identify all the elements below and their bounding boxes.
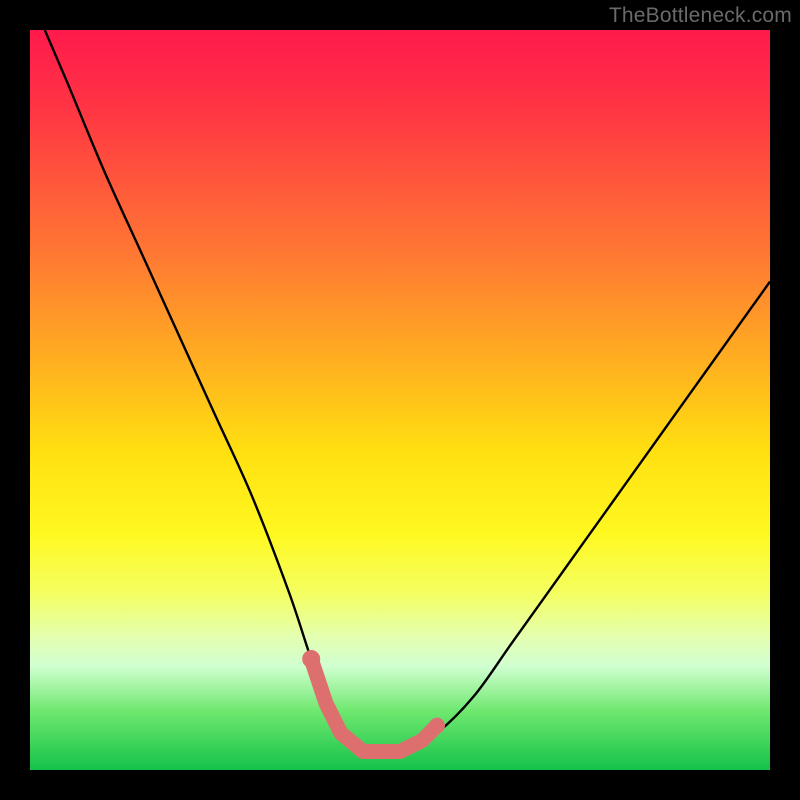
chart-svg [30,30,770,770]
plot-area [30,30,770,770]
optimal-range-marker [311,659,437,752]
optimal-range-end-dot [429,718,445,734]
bottleneck-curve [45,30,770,757]
watermark-text: TheBottleneck.com [609,4,792,28]
chart-frame: TheBottleneck.com [0,0,800,800]
optimal-range-start-dot [302,650,320,668]
